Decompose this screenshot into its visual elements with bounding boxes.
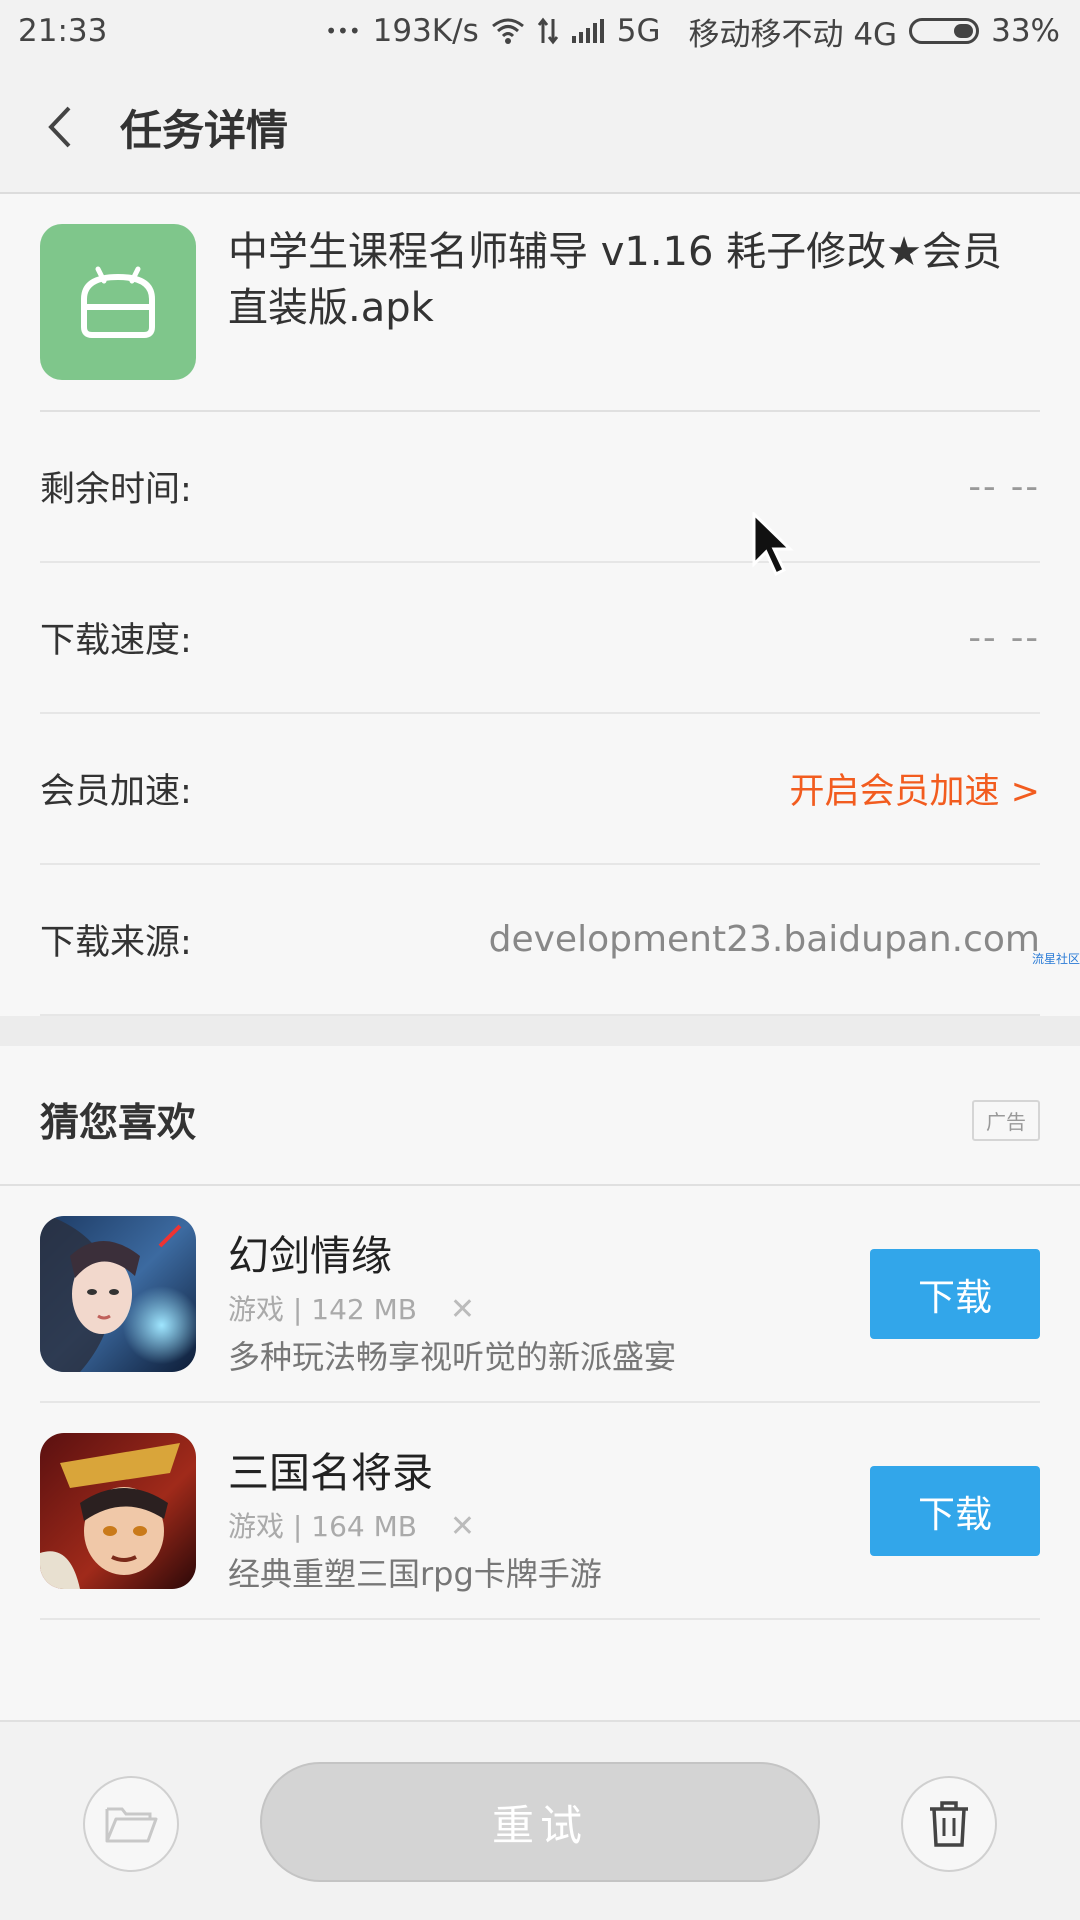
- download-source-value: development23.baidupan.com: [488, 919, 1040, 960]
- chevron-left-icon: [48, 106, 71, 148]
- app-description: 经典重塑三国rpg卡牌手游: [228, 1555, 602, 1593]
- file-name: 中学生课程名师辅导 v1.16 耗子修改★会员直装版.apk: [228, 229, 1003, 331]
- title-bar: 任务详情: [0, 62, 1080, 194]
- app-icon-huanjian: [40, 1216, 196, 1372]
- more-dots: •••: [325, 19, 361, 43]
- download-button[interactable]: 下载: [870, 1249, 1040, 1339]
- download-speed-value: -- --: [968, 617, 1040, 658]
- status-indicators: ••• 193K/s 5G 移动移不动 4G 33%: [325, 9, 1060, 54]
- remaining-time-label: 剩余时间:: [40, 470, 192, 510]
- bottom-action-bar: 重试: [0, 1720, 1080, 1920]
- app-size: 164 MB: [311, 1510, 417, 1543]
- wifi-icon: [491, 18, 525, 44]
- vip-boost-label: 会员加速:: [40, 772, 192, 812]
- app-meta: 游戏 | 164 MB ✕: [228, 1505, 475, 1545]
- meta-separator: |: [292, 1293, 312, 1326]
- android-icon: [40, 224, 196, 380]
- ad-badge: 广告: [972, 1100, 1040, 1141]
- recommend-app-item[interactable]: 幻剑情缘 游戏 | 142 MB ✕ 多种玩法畅享视听觉的新派盛宴 下载: [40, 1186, 1040, 1403]
- app-category: 游戏: [228, 1510, 285, 1543]
- app-name: 三国名将录: [228, 1449, 433, 1497]
- app-name: 幻剑情缘: [228, 1232, 392, 1280]
- trash-icon: [930, 1801, 968, 1847]
- close-icon[interactable]: ✕: [450, 1509, 475, 1544]
- network-speed: 193K/s: [372, 13, 479, 49]
- close-icon[interactable]: ✕: [450, 1292, 475, 1327]
- recommend-header: 猜您喜欢 广告: [0, 1046, 1080, 1186]
- battery-icon: [909, 18, 980, 44]
- status-time: 21:33: [18, 13, 108, 49]
- section-divider: [0, 1016, 1080, 1046]
- download-speed-label: 下载速度:: [40, 621, 192, 661]
- enable-vip-boost-link[interactable]: 开启会员加速 >: [790, 763, 1040, 814]
- status-bar: 21:33 ••• 193K/s 5G 移动移不动 4G 33%: [0, 0, 1080, 62]
- network-type: 5G: [616, 13, 661, 49]
- app-description: 多种玩法畅享视听觉的新派盛宴: [228, 1338, 677, 1376]
- data-transfer-icon: [537, 17, 559, 45]
- retry-button[interactable]: 重试: [260, 1762, 820, 1882]
- vip-boost-row: 会员加速: 开启会员加速 >: [40, 714, 1040, 865]
- watermark: 流星社区: [1031, 952, 1080, 966]
- download-button[interactable]: 下载: [870, 1466, 1040, 1556]
- app-category: 游戏: [228, 1293, 285, 1326]
- carrier-name: 移动移不动 4G: [688, 16, 898, 53]
- folder-icon: [105, 1807, 158, 1843]
- battery-percent: 33%: [991, 13, 1060, 49]
- file-header: 中学生课程名师辅导 v1.16 耗子修改★会员直装版.apk: [40, 194, 1040, 412]
- remaining-time-value: -- --: [968, 466, 1040, 507]
- back-button[interactable]: [0, 61, 120, 193]
- recommend-app-item[interactable]: 三国名将录 游戏 | 164 MB ✕ 经典重塑三国rpg卡牌手游 下载: [40, 1403, 1040, 1620]
- delete-button[interactable]: [901, 1776, 997, 1872]
- mouse-cursor-icon: [752, 512, 794, 577]
- download-source-label: 下载来源:: [40, 923, 192, 963]
- page-title: 任务详情: [120, 105, 289, 155]
- open-folder-button[interactable]: [83, 1776, 179, 1872]
- app-icon-sanguo: [40, 1433, 196, 1589]
- download-source-row: 下载来源: development23.baidupan.com: [40, 865, 1040, 1016]
- recommend-title: 猜您喜欢: [40, 1101, 197, 1146]
- app-size: 142 MB: [311, 1293, 417, 1326]
- download-speed-row: 下载速度: -- --: [40, 563, 1040, 714]
- meta-separator: |: [292, 1510, 312, 1543]
- remaining-time-row: 剩余时间: -- --: [40, 412, 1040, 563]
- app-meta: 游戏 | 142 MB ✕: [228, 1288, 475, 1328]
- signal-icon: [571, 18, 605, 44]
- battery-level: [954, 24, 974, 38]
